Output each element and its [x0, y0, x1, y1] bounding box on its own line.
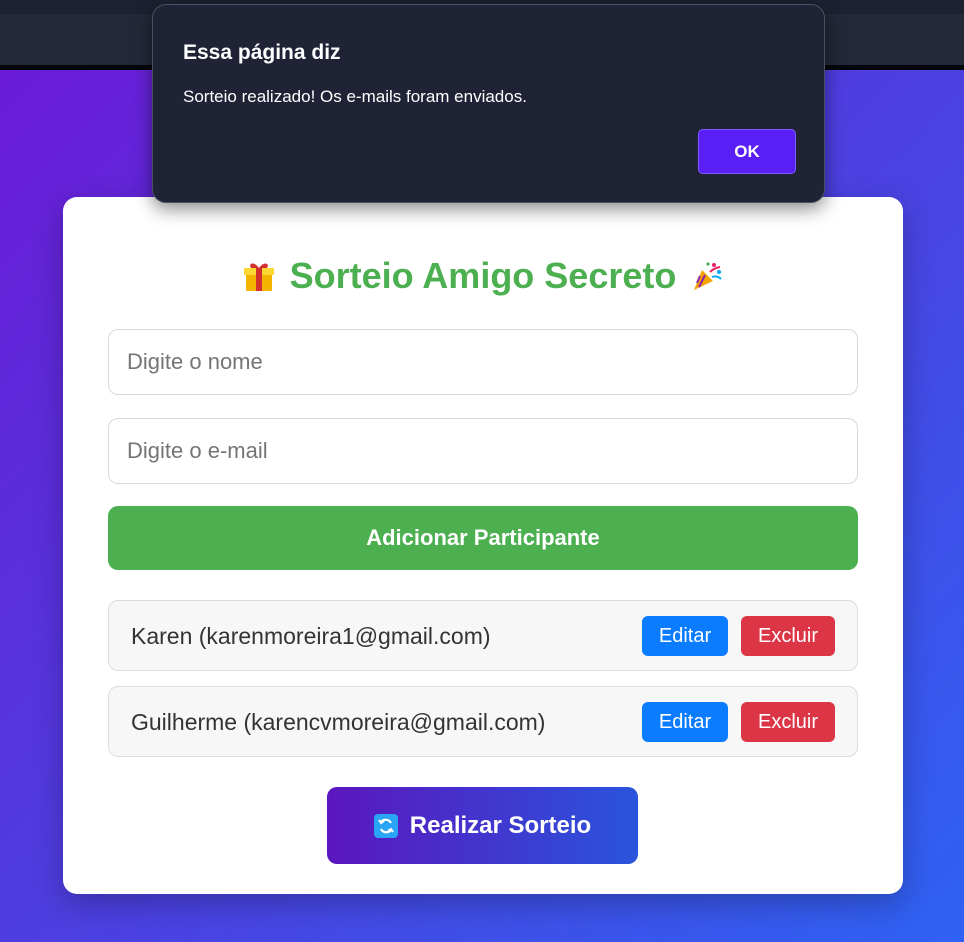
dialog-message: Sorteio realizado! Os e-mails foram envi…: [183, 87, 527, 106]
ok-button[interactable]: OK: [698, 129, 796, 174]
gift-icon: [242, 259, 276, 293]
name-input[interactable]: [108, 329, 858, 395]
draw-button[interactable]: Realizar Sorteio: [327, 787, 638, 864]
refresh-icon: [373, 813, 398, 838]
party-popper-icon: [690, 259, 724, 293]
add-participant-button[interactable]: Adicionar Participante: [108, 506, 858, 570]
participant-label: Guilherme (karencvmoreira@gmail.com): [131, 709, 546, 735]
edit-button[interactable]: Editar: [642, 702, 728, 742]
participant-item: Guilherme (karencvmoreira@gmail.com) Edi…: [108, 686, 858, 757]
delete-button[interactable]: Excluir: [741, 616, 835, 656]
email-input[interactable]: [108, 418, 858, 484]
delete-button[interactable]: Excluir: [741, 702, 835, 742]
participant-item: Karen (karenmoreira1@gmail.com) Editar E…: [108, 600, 858, 671]
title-row: Sorteio Amigo Secreto: [63, 254, 903, 298]
alert-dialog: Essa página diz Sorteio realizado! Os e-…: [152, 4, 825, 203]
draw-button-label: Realizar Sorteio: [409, 811, 592, 839]
secret-santa-card: Sorteio Amigo Secreto Adicionar Particip…: [63, 197, 903, 894]
page-title: Sorteio Amigo Secreto: [289, 255, 677, 296]
edit-button[interactable]: Editar: [642, 616, 728, 656]
dialog-title: Essa página diz: [183, 41, 341, 64]
participant-label: Karen (karenmoreira1@gmail.com): [131, 623, 491, 649]
